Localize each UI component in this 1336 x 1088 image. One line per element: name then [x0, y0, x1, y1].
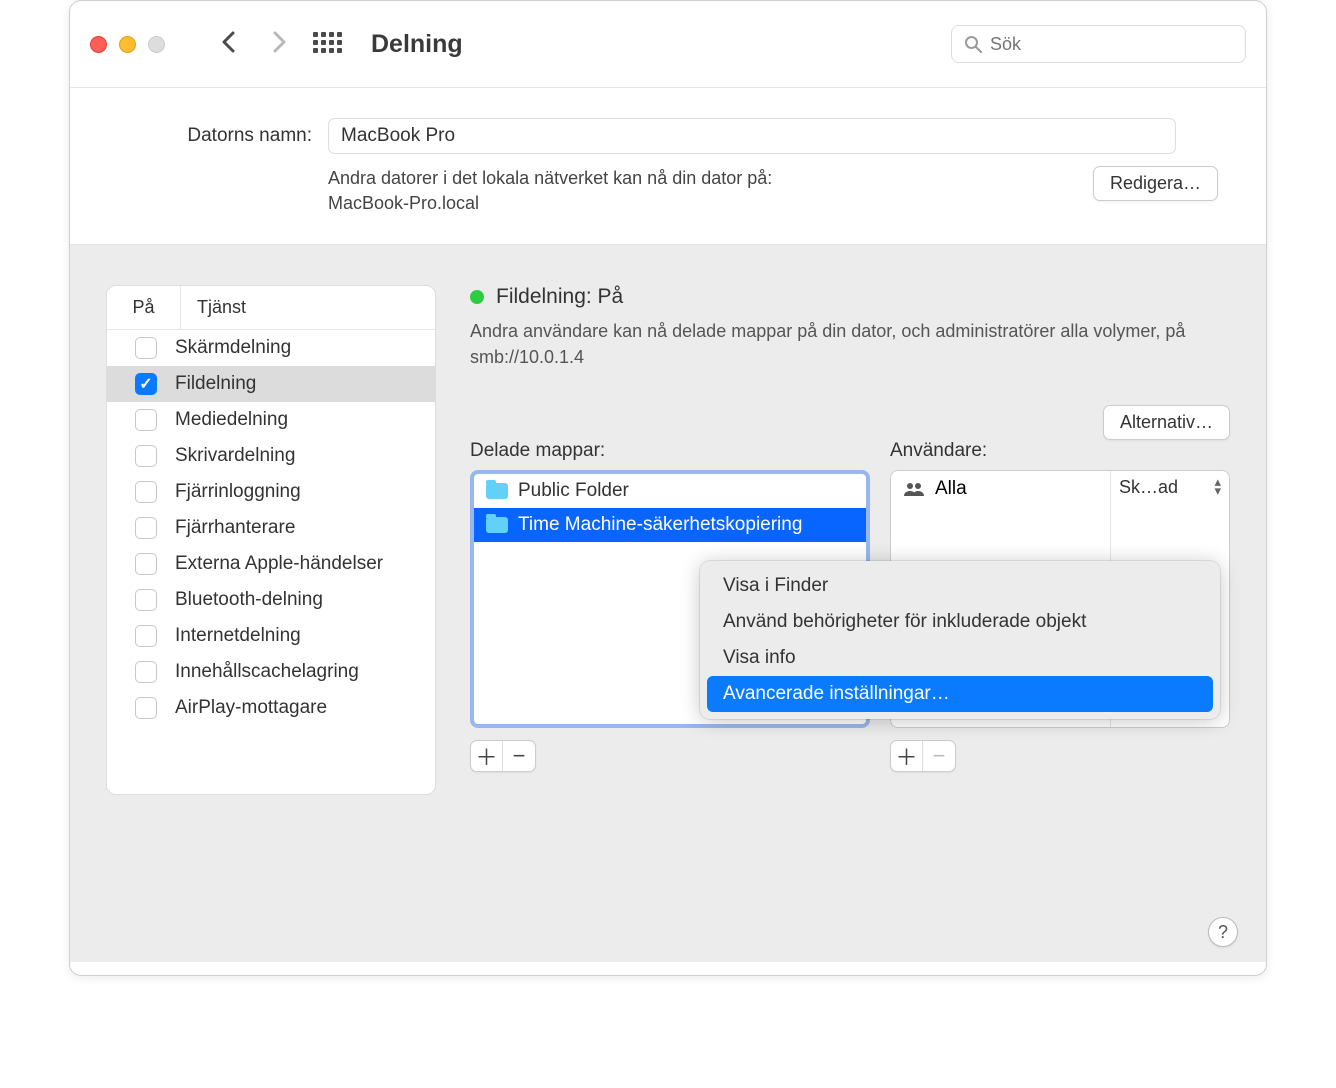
folder-row[interactable]: Time Machine-säkerhetskopiering: [474, 508, 866, 542]
service-checkbox[interactable]: [135, 625, 157, 647]
service-label: Bluetooth-delning: [175, 589, 323, 611]
options-button[interactable]: Alternativ…: [1103, 405, 1230, 440]
services-sidebar: På Tjänst Skärmdelning Fildelning Mediedel…: [106, 285, 436, 795]
minimize-window-button[interactable]: [119, 36, 136, 53]
service-checkbox[interactable]: [135, 481, 157, 503]
user-name: Alla: [935, 478, 967, 500]
context-menu-item[interactable]: Visa i Finder: [707, 568, 1213, 604]
add-user-button[interactable]: ＋: [891, 741, 923, 771]
chevron-updown-icon: ▴▾: [1214, 477, 1221, 495]
folders-add-remove: ＋ −: [470, 740, 536, 772]
remove-user-button: −: [923, 741, 955, 771]
service-checkbox[interactable]: [135, 337, 157, 359]
back-button[interactable]: [209, 29, 247, 60]
show-all-icon[interactable]: [313, 32, 343, 56]
service-row[interactable]: Internetdelning: [107, 618, 435, 654]
context-menu-item[interactable]: Använd behörigheter för inkluderade obje…: [707, 604, 1213, 640]
folder-label: Time Machine-säkerhetskopiering: [518, 514, 802, 536]
service-row[interactable]: Fjärrhanterare: [107, 510, 435, 546]
help-button[interactable]: ?: [1208, 917, 1238, 947]
search-input[interactable]: [990, 34, 1233, 55]
edit-button[interactable]: Redigera…: [1093, 166, 1218, 201]
service-label: Fjärrinloggning: [175, 481, 301, 503]
service-row[interactable]: Skärmdelning: [107, 330, 435, 366]
folder-icon: [486, 517, 508, 533]
service-checkbox[interactable]: [135, 373, 157, 395]
window-controls: [90, 36, 165, 53]
users-header: Användare:: [890, 440, 1230, 462]
service-label: Mediedelning: [175, 409, 288, 431]
service-row[interactable]: Innehållscachelagring: [107, 654, 435, 690]
titlebar: Delning: [70, 1, 1266, 88]
context-menu-item[interactable]: Avancerade inställningar…: [707, 676, 1213, 712]
zoom-window-button[interactable]: [148, 36, 165, 53]
sidebar-header: På Tjänst: [107, 286, 435, 330]
folder-icon: [486, 483, 508, 499]
service-checkbox[interactable]: [135, 661, 157, 683]
service-checkbox[interactable]: [135, 697, 157, 719]
service-label: Skärmdelning: [175, 337, 291, 359]
services-list: Skärmdelning Fildelning Mediedelning Skriva…: [107, 330, 435, 726]
group-icon: [903, 481, 925, 497]
service-row[interactable]: AirPlay-mottagare: [107, 690, 435, 726]
folder-label: Public Folder: [518, 480, 629, 502]
status-indicator-icon: [470, 290, 484, 304]
service-label: AirPlay-mottagare: [175, 697, 327, 719]
remove-folder-button[interactable]: −: [503, 741, 535, 771]
service-label: Fildelning: [175, 373, 256, 395]
service-checkbox[interactable]: [135, 589, 157, 611]
service-row[interactable]: Fjärrinloggning: [107, 474, 435, 510]
service-checkbox[interactable]: [135, 445, 157, 467]
service-checkbox[interactable]: [135, 553, 157, 575]
status-row: Fildelning: På: [470, 285, 1230, 309]
service-label: Skrivardelning: [175, 445, 295, 467]
service-checkbox[interactable]: [135, 409, 157, 431]
service-label: Innehållscachelagring: [175, 661, 359, 683]
service-label: Externa Apple-händelser: [175, 553, 383, 575]
service-row[interactable]: Bluetooth-delning: [107, 582, 435, 618]
column-on: På: [107, 286, 181, 329]
context-menu: Visa i FinderAnvänd behörigheter för ink…: [700, 561, 1220, 719]
service-row[interactable]: Fildelning: [107, 366, 435, 402]
computer-name-label: Datorns namn:: [70, 125, 312, 147]
user-row[interactable]: Alla: [891, 471, 1110, 507]
status-description: Andra användare kan nå delade mappar på …: [470, 319, 1210, 369]
preferences-window: Delning Datorns namn: Andra datorer i de…: [69, 0, 1267, 976]
service-row[interactable]: Skrivardelning: [107, 438, 435, 474]
folder-row[interactable]: Public Folder: [474, 474, 866, 508]
forward-button[interactable]: [261, 29, 299, 60]
search-field[interactable]: [951, 25, 1246, 63]
search-icon: [964, 35, 982, 53]
service-label: Fjärrhanterare: [175, 517, 295, 539]
close-window-button[interactable]: [90, 36, 107, 53]
computer-name-description: Andra datorer i det lokala nätverket kan…: [328, 166, 772, 216]
window-title: Delning: [371, 30, 463, 59]
service-checkbox[interactable]: [135, 517, 157, 539]
service-row[interactable]: Mediedelning: [107, 402, 435, 438]
shared-folders-header: Delade mappar:: [470, 440, 870, 462]
context-menu-item[interactable]: Visa info: [707, 640, 1213, 676]
add-folder-button[interactable]: ＋: [471, 741, 503, 771]
users-add-remove: ＋ −: [890, 740, 956, 772]
status-title: Fildelning: På: [496, 285, 623, 309]
service-row[interactable]: Externa Apple-händelser: [107, 546, 435, 582]
computer-name-field[interactable]: [328, 118, 1176, 154]
service-label: Internetdelning: [175, 625, 301, 647]
computer-name-section: Datorns namn: Andra datorer i det lokala…: [70, 88, 1266, 245]
column-service: Tjänst: [181, 297, 246, 318]
